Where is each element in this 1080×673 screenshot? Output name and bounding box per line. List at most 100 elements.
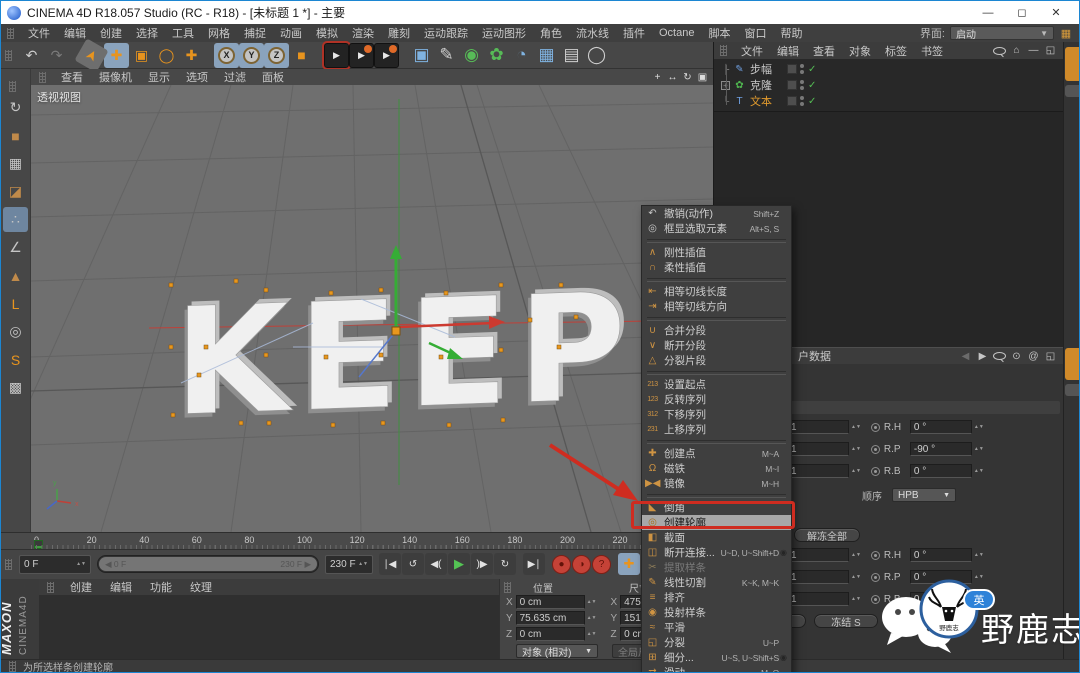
mode-toolbar-icon[interactable]: ▦	[3, 151, 28, 176]
interface-dropdown[interactable]: 启动 ▼	[950, 26, 1054, 41]
context-menu-item[interactable]	[642, 368, 791, 377]
transport-button[interactable]: ?	[592, 555, 611, 574]
object-row[interactable]: + ✿ 克隆 ✓	[714, 77, 1063, 93]
key-radio-icon[interactable]	[870, 444, 880, 454]
current-frame-marker[interactable]	[34, 540, 43, 549]
at-icon[interactable]: @	[1027, 351, 1040, 362]
object-name[interactable]: 克隆	[750, 77, 784, 93]
toolbar-icon[interactable]: ▦	[534, 43, 559, 68]
search-icon[interactable]	[993, 352, 1006, 360]
context-menu-item[interactable]	[642, 236, 791, 245]
layer-toggle[interactable]	[787, 80, 797, 90]
key-radio-icon[interactable]	[870, 422, 880, 432]
context-menu-item[interactable]	[642, 314, 791, 323]
material-menu-item[interactable]: 功能	[141, 579, 181, 595]
menu-item[interactable]: 插件	[616, 25, 652, 41]
context-menu-item[interactable]: ≈ 平滑	[642, 620, 791, 635]
context-menu-item[interactable]: ◣ 倒角	[642, 500, 791, 515]
material-menu-item[interactable]: 纹理	[181, 579, 221, 595]
context-menu-item[interactable]: 312 下移序列	[642, 407, 791, 422]
toolbar-icon[interactable]: ▶	[374, 42, 399, 68]
maximize-button[interactable]: ◻	[1005, 2, 1039, 24]
viewport-nav-icon[interactable]: ▣	[696, 71, 709, 84]
context-menu-item[interactable]: ◫ 断开连接... U~D, U~Shift+D ◉	[642, 545, 791, 560]
mode-toolbar-icon[interactable]: ◎	[3, 319, 28, 344]
viewport-menu-item[interactable]: 选项	[178, 69, 216, 85]
mode-toolbar-icon[interactable]: ↻	[3, 95, 28, 120]
command-search-icon[interactable]: ▦	[1059, 27, 1073, 40]
toolbar-icon[interactable]: ✿	[484, 43, 509, 68]
menu-item[interactable]: 运动跟踪	[417, 25, 475, 41]
rotation-order-dropdown[interactable]: HPB ▼	[892, 488, 956, 502]
palette-grip[interactable]	[504, 581, 511, 593]
transport-button[interactable]: ∣◀	[379, 553, 401, 575]
viewport-nav-icon[interactable]: ↻	[681, 71, 694, 84]
toolbar-icon[interactable]: ↷	[44, 43, 69, 68]
context-menu-item[interactable]: 123 反转序列	[642, 392, 791, 407]
key-radio-icon[interactable]	[870, 466, 880, 476]
context-menu-item[interactable]: 213 设置起点	[642, 377, 791, 392]
transport-button[interactable]: ✚	[618, 553, 640, 575]
object-row[interactable]: ├ ✎ 步幅 ✓	[714, 61, 1063, 77]
context-menu-item[interactable]: ◎ 创建轮廓	[642, 515, 791, 530]
toolbar-icon[interactable]: ◯	[584, 43, 609, 68]
scale-y-field[interactable]: 1	[787, 442, 849, 456]
position-x-field[interactable]: 0 cm	[515, 595, 585, 609]
menu-item[interactable]: 捕捉	[237, 25, 273, 41]
toolbar-icon[interactable]: ▣	[129, 43, 154, 68]
material-menu-item[interactable]: 编辑	[101, 579, 141, 595]
toolbar-icon[interactable]	[314, 43, 324, 68]
toolbar-icon[interactable]: ▤	[559, 43, 584, 68]
viewport-menu-item[interactable]: 查看	[53, 69, 91, 85]
transport-button[interactable]: ◀(	[425, 553, 447, 575]
context-menu-item[interactable]: ◧ 截面	[642, 530, 791, 545]
context-menu-item[interactable]: ✎ 线性切割 K~K, M~K	[642, 575, 791, 590]
context-menu-item[interactable]: ◉ 投射样条	[642, 605, 791, 620]
key-radio-icon[interactable]	[870, 550, 880, 560]
rotation-h-field[interactable]: 0 °	[909, 420, 972, 434]
object-name[interactable]: 文本	[750, 93, 784, 109]
menu-item[interactable]: Octane	[652, 27, 701, 39]
enable-check-icon[interactable]: ✓	[808, 64, 816, 75]
transport-button[interactable]: ▶∣	[523, 553, 545, 575]
toolbar-icon[interactable]: ↶	[19, 43, 44, 68]
context-menu-item[interactable]: 231 上移序列	[642, 422, 791, 437]
transport-button[interactable]: ↻	[494, 553, 516, 575]
palette-grip[interactable]	[7, 27, 14, 39]
tree-branch[interactable]: +	[721, 80, 730, 90]
forward-icon[interactable]: ▶	[976, 351, 989, 362]
visibility-dots[interactable]	[800, 64, 804, 74]
panel-icon[interactable]: ◱	[1044, 351, 1057, 362]
viewport-nav-icon[interactable]: +	[651, 71, 664, 84]
context-menu-item[interactable]	[642, 491, 791, 500]
menu-item[interactable]: 文件	[21, 25, 57, 41]
rotation-b-field[interactable]: 0 °	[909, 464, 972, 478]
position-z-field[interactable]: 0 cm	[515, 627, 585, 641]
toolbar-icon[interactable]: ▣	[409, 43, 434, 68]
mode-toolbar-icon[interactable]: ▩	[3, 375, 28, 400]
menu-item[interactable]: 模拟	[309, 25, 345, 41]
menu-item[interactable]: 帮助	[773, 25, 809, 41]
mode-toolbar-icon[interactable]: S	[3, 347, 28, 372]
viewport-menu-item[interactable]: 面板	[254, 69, 292, 85]
end-frame-field[interactable]: 230 F ▲▼	[325, 554, 373, 574]
object-manager-menu-item[interactable]: 查看	[806, 43, 842, 59]
toolbar-icon[interactable]: ▶	[322, 40, 351, 70]
context-menu-item[interactable]	[642, 275, 791, 284]
visibility-dots[interactable]	[800, 96, 804, 106]
unfreeze-all-button[interactable]: 解冻全部	[794, 528, 860, 543]
toolbar-icon[interactable]: ◯	[154, 43, 179, 68]
context-menu-item[interactable]: ↶ 撤销(动作) Shift+Z	[642, 206, 791, 221]
visibility-dots[interactable]	[800, 80, 804, 90]
link-icon[interactable]: —	[1027, 45, 1040, 56]
toolbar-icon[interactable]: ✚	[104, 42, 129, 68]
context-menu-item[interactable]: ⇥ 相等切线方向	[642, 299, 791, 314]
viewport[interactable]: 查看 摄像机 显示 选项 过滤 面板 + ↔ ↻ ▣ 透视视图 KEEP KEE…	[31, 69, 713, 532]
palette-grip[interactable]	[720, 45, 727, 56]
back-icon[interactable]: ◀	[959, 351, 972, 362]
mode-toolbar-icon[interactable]: ◪	[3, 179, 28, 204]
lock-icon[interactable]: ⊙	[1010, 351, 1023, 362]
layout-tab[interactable]	[1065, 384, 1079, 396]
menu-item[interactable]: 角色	[533, 25, 569, 41]
palette-grip[interactable]	[47, 581, 54, 593]
